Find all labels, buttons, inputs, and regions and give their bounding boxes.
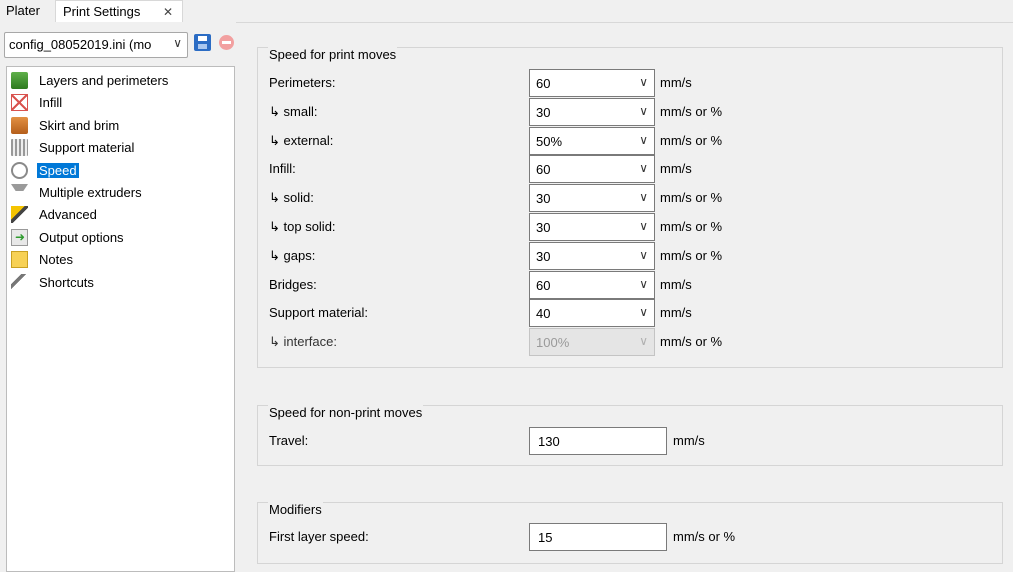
speed-combo[interactable]: 30 ∨ (529, 213, 655, 241)
speed-combo[interactable]: 60 ∨ (529, 270, 655, 299)
support-material-icon (11, 139, 28, 157)
chevron-down-icon: ∨ (639, 247, 648, 262)
speed-unit: mm/s or % (660, 132, 723, 148)
tree-item-label: Shortcuts (39, 274, 94, 290)
group-title: Modifiers (268, 502, 323, 517)
speed-unit: mm/s (660, 276, 692, 292)
chevron-down-icon: ∨ (639, 132, 648, 147)
speed-row-label: ↳ top solid: (269, 219, 336, 234)
tree-item-label: Advanced (39, 207, 97, 223)
tree-item-label: Output options (39, 229, 124, 245)
speed-combo-value: 30 (536, 191, 551, 207)
tab-print-settings-label: Print Settings (63, 4, 141, 19)
speed-combo[interactable]: 30 ∨ (529, 184, 655, 213)
travel-speed-value: 130 (538, 434, 560, 449)
tree-item-label: Notes (39, 252, 73, 268)
chevron-down-icon: ∨ (639, 190, 648, 205)
speed-clock-icon (11, 161, 28, 179)
tree-item-label: Support material (39, 140, 135, 156)
speed-unit: mm/s (660, 161, 692, 177)
speed-combo-value: 30 (536, 248, 551, 264)
config-preset-value: config_08052019.ini (mo (9, 37, 152, 52)
chevron-down-icon: ∨ (639, 103, 648, 118)
speed-unit: mm/s (660, 305, 692, 321)
travel-speed-input[interactable]: 130 (529, 427, 667, 455)
speed-combo-value: 60 (536, 76, 551, 91)
speed-unit: mm/s or % (660, 190, 723, 206)
speed-row-label: ↳ small: (269, 103, 318, 119)
first-layer-speed-unit: mm/s or % (673, 529, 736, 544)
delete-preset-icon[interactable] (219, 35, 234, 50)
tree-item-label: Speed (37, 162, 79, 178)
speed-combo-value: 50% (536, 133, 563, 149)
speed-unit: mm/s (660, 75, 692, 90)
settings-category-tree: Layers and perimeters Infill Skirt and bri… (6, 66, 235, 572)
left-panel: config_08052019.ini (mo ∨ Layers and per… (0, 22, 236, 572)
speed-row-label: ↳ gaps: (269, 247, 316, 263)
tab-plater[interactable]: Plater (6, 0, 40, 22)
group-title: Speed for print moves (268, 47, 398, 62)
speed-combo[interactable]: 40 ∨ (529, 299, 655, 328)
skirt-brim-icon (11, 116, 28, 134)
speed-unit: mm/s or % (660, 247, 723, 263)
chevron-down-icon: ∨ (639, 334, 648, 349)
speed-row-label: Perimeters: (269, 75, 336, 90)
speed-combo-value: 30 (536, 104, 551, 120)
speed-combo: 100% ∨ (529, 328, 655, 357)
speed-row-label: ↳ interface: (269, 334, 337, 350)
tab-print-settings[interactable]: Print Settings ✕ (55, 0, 183, 23)
chevron-down-icon: ∨ (639, 219, 648, 233)
tab-bar: Plater Print Settings ✕ (0, 0, 1013, 23)
first-layer-speed-input[interactable]: 15 (529, 523, 667, 551)
tree-item-label: Skirt and brim (39, 117, 120, 133)
wand-icon (11, 206, 28, 224)
speed-non-print-moves-group: Speed for non-print moves Travel: 130 mm… (257, 405, 1003, 466)
speed-row-label: ↳ external: (269, 132, 334, 148)
first-layer-speed-value: 15 (538, 530, 553, 545)
chevron-down-icon: ∨ (639, 276, 648, 291)
speed-row-label: Infill: (269, 161, 296, 177)
infill-icon (11, 94, 28, 112)
group-title: Speed for non-print moves (268, 405, 424, 420)
speed-row-label: Bridges: (269, 276, 317, 292)
first-layer-speed-label: First layer speed: (269, 529, 369, 544)
speed-combo-value: 60 (536, 277, 551, 293)
speed-print-moves-group: Speed for print moves Perimeters: 60 ∨ mm/s… (257, 47, 1003, 368)
speed-combo-value: 30 (536, 220, 551, 235)
close-icon[interactable]: ✕ (163, 1, 173, 23)
output-arrow-icon (11, 228, 28, 246)
travel-unit: mm/s (673, 433, 705, 448)
speed-combo-value: 100% (536, 335, 570, 351)
speed-unit: mm/s or % (660, 219, 723, 234)
config-preset-select[interactable]: config_08052019.ini (mo ∨ (4, 32, 188, 58)
travel-label: Travel: (269, 433, 309, 448)
chevron-down-icon: ∨ (639, 75, 648, 89)
tree-item-label: Infill (39, 95, 63, 111)
speed-combo-value: 60 (536, 162, 551, 178)
chevron-down-icon: ∨ (173, 36, 182, 50)
speed-combo[interactable]: 30 ∨ (529, 97, 655, 126)
speed-unit: mm/s or % (660, 334, 723, 350)
layers-icon (11, 72, 28, 89)
chevron-down-icon: ∨ (639, 161, 648, 176)
speed-unit: mm/s or % (660, 103, 723, 119)
chevron-down-icon: ∨ (639, 305, 648, 320)
tree-item-label: Multiple extruders (39, 185, 142, 200)
modifiers-group: Modifiers First layer speed: 15 mm/s or … (257, 502, 1003, 564)
speed-row-label: ↳ solid: (269, 190, 314, 206)
speed-combo[interactable]: 60 ∨ (529, 69, 655, 97)
tree-item-label: Layers and perimeters (39, 73, 169, 88)
speed-combo[interactable]: 30 ∨ (529, 241, 655, 270)
wrench-icon (11, 273, 28, 291)
speed-combo[interactable]: 60 ∨ (529, 155, 655, 184)
speed-combo[interactable]: 50% ∨ (529, 126, 655, 155)
speed-combo-value: 40 (536, 306, 551, 322)
funnel-icon (11, 184, 28, 201)
save-icon[interactable] (194, 34, 211, 51)
speed-row-label: Support material: (269, 305, 368, 321)
notes-icon (11, 251, 28, 269)
